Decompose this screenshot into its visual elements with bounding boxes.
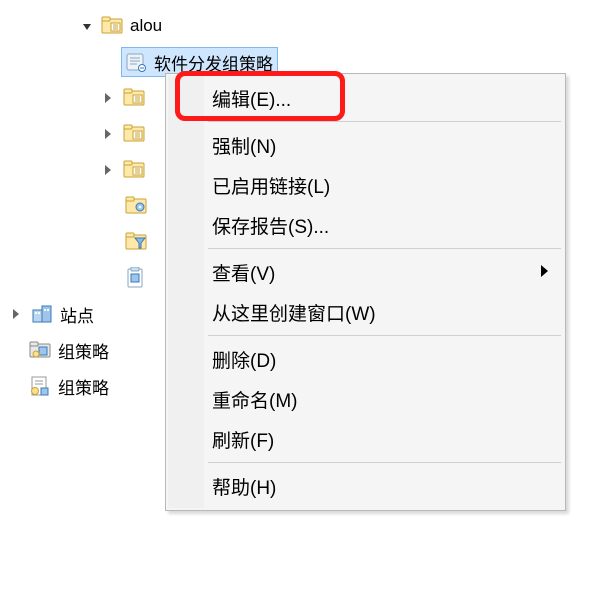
filter-folder-icon (124, 231, 148, 253)
menu-item-refresh[interactable]: 刷新(F) (168, 419, 563, 459)
menu-separator (208, 121, 561, 122)
menu-separator (208, 462, 561, 463)
gpo-link-icon (124, 51, 148, 73)
gpo-clipboard-icon (124, 267, 148, 289)
ou-folder-icon (122, 123, 146, 145)
submenu-arrow-icon (541, 261, 549, 283)
expander-collapsed-icon[interactable] (102, 162, 118, 178)
menu-item-force[interactable]: 强制(N) (168, 125, 563, 165)
menu-item-label: 从这里创建窗口(W) (212, 299, 376, 326)
context-menu: 编辑(E)... 强制(N) 已启用链接(L) 保存报告(S)... 查看(V)… (165, 73, 566, 511)
expander-collapsed-icon[interactable] (10, 306, 26, 322)
menu-item-help[interactable]: 帮助(H) (168, 466, 563, 506)
gpo-doc-icon (28, 375, 52, 397)
menu-item-enabled-link[interactable]: 已启用链接(L) (168, 165, 563, 205)
menu-item-delete[interactable]: 删除(D) (168, 339, 563, 379)
menu-item-label: 查看(V) (212, 259, 275, 286)
menu-item-new-window[interactable]: 从这里创建窗口(W) (168, 292, 563, 332)
menu-item-rename[interactable]: 重命名(M) (168, 379, 563, 419)
menu-item-view[interactable]: 查看(V) (168, 252, 563, 292)
ou-folder-icon (100, 15, 124, 37)
tree-label: alou (130, 16, 162, 36)
ou-folder-icon (122, 159, 146, 181)
menu-item-label: 刷新(F) (212, 426, 274, 453)
menu-item-save-report[interactable]: 保存报告(S)... (168, 205, 563, 245)
tree-item-alou[interactable]: alou (10, 8, 611, 44)
tree-label: 站点 (60, 302, 94, 327)
tree-label: 组策略 (58, 338, 109, 363)
ou-folder-icon (122, 87, 146, 109)
site-icon (30, 303, 54, 325)
gpo-folder-icon (28, 339, 52, 361)
menu-item-label: 编辑(E)... (212, 85, 291, 112)
menu-item-label: 已启用链接(L) (212, 172, 330, 199)
menu-item-label: 删除(D) (212, 346, 276, 373)
expander-collapsed-icon[interactable] (102, 90, 118, 106)
menu-item-label: 帮助(H) (212, 473, 276, 500)
tree-label: 软件分发组策略 (154, 50, 273, 75)
menu-item-label: 重命名(M) (212, 386, 297, 413)
menu-separator (208, 335, 561, 336)
menu-item-label: 强制(N) (212, 132, 276, 159)
expander-collapsed-icon[interactable] (102, 126, 118, 142)
expander-expanded-icon[interactable] (80, 18, 96, 34)
menu-separator (208, 248, 561, 249)
menu-item-edit[interactable]: 编辑(E)... (168, 78, 563, 118)
gear-folder-icon (124, 195, 148, 217)
tree-label: 组策略 (58, 374, 109, 399)
menu-item-label: 保存报告(S)... (212, 212, 329, 239)
